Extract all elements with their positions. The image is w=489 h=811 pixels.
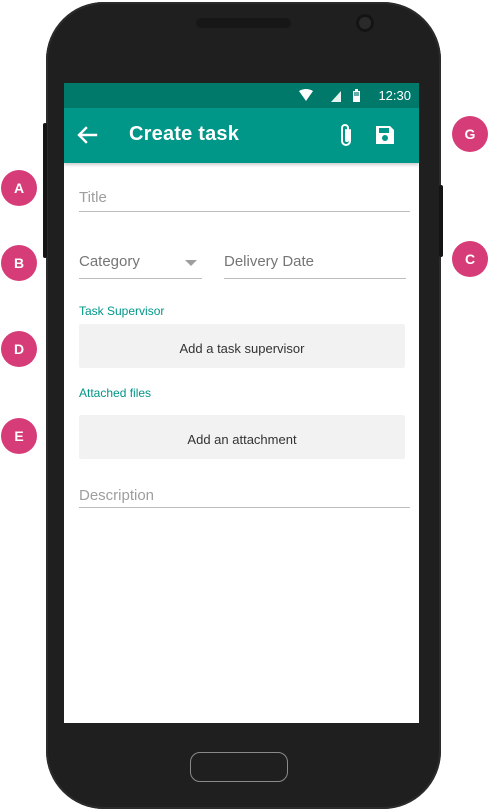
status-icons: [299, 89, 360, 102]
wifi-icon: [299, 89, 313, 101]
home-button[interactable]: [190, 752, 288, 782]
title-field-underline: [79, 211, 410, 212]
power-button[interactable]: [439, 185, 443, 257]
front-camera: [356, 14, 374, 32]
callout-d: D: [1, 331, 37, 367]
callout-c: C: [452, 241, 488, 277]
volume-button[interactable]: [43, 123, 47, 258]
description-underline: [79, 507, 410, 508]
callout-g: G: [452, 116, 488, 152]
earpiece-speaker: [196, 18, 291, 28]
save-icon[interactable]: [374, 124, 396, 146]
callout-b: B: [1, 245, 37, 281]
status-bar: 12:30: [64, 83, 419, 108]
title-field[interactable]: Title: [79, 189, 107, 206]
back-arrow-icon[interactable]: [76, 124, 98, 146]
attached-files-label: Attached files: [79, 386, 152, 400]
category-underline: [79, 278, 202, 279]
callout-a: A: [1, 170, 37, 206]
category-dropdown[interactable]: Category: [79, 253, 140, 270]
page-title: Create task: [129, 123, 240, 145]
battery-icon: [353, 89, 360, 102]
paperclip-icon[interactable]: [336, 122, 356, 148]
dropdown-arrow-icon[interactable]: [185, 260, 197, 266]
task-supervisor-label: Task Supervisor: [79, 304, 165, 318]
add-attachment-button[interactable]: Add an attachment: [79, 415, 405, 459]
delivery-date-field[interactable]: Delivery Date: [224, 253, 314, 270]
add-supervisor-button[interactable]: Add a task supervisor: [79, 324, 405, 368]
status-time: 12:30: [378, 88, 411, 103]
delivery-date-underline: [224, 278, 406, 279]
app-bar: Create task: [64, 108, 419, 163]
callout-e: E: [1, 418, 37, 454]
signal-icon: [331, 91, 341, 102]
description-field[interactable]: Description: [79, 487, 154, 504]
app-screen: 12:30 Create task Title Category Deliver…: [64, 83, 419, 723]
